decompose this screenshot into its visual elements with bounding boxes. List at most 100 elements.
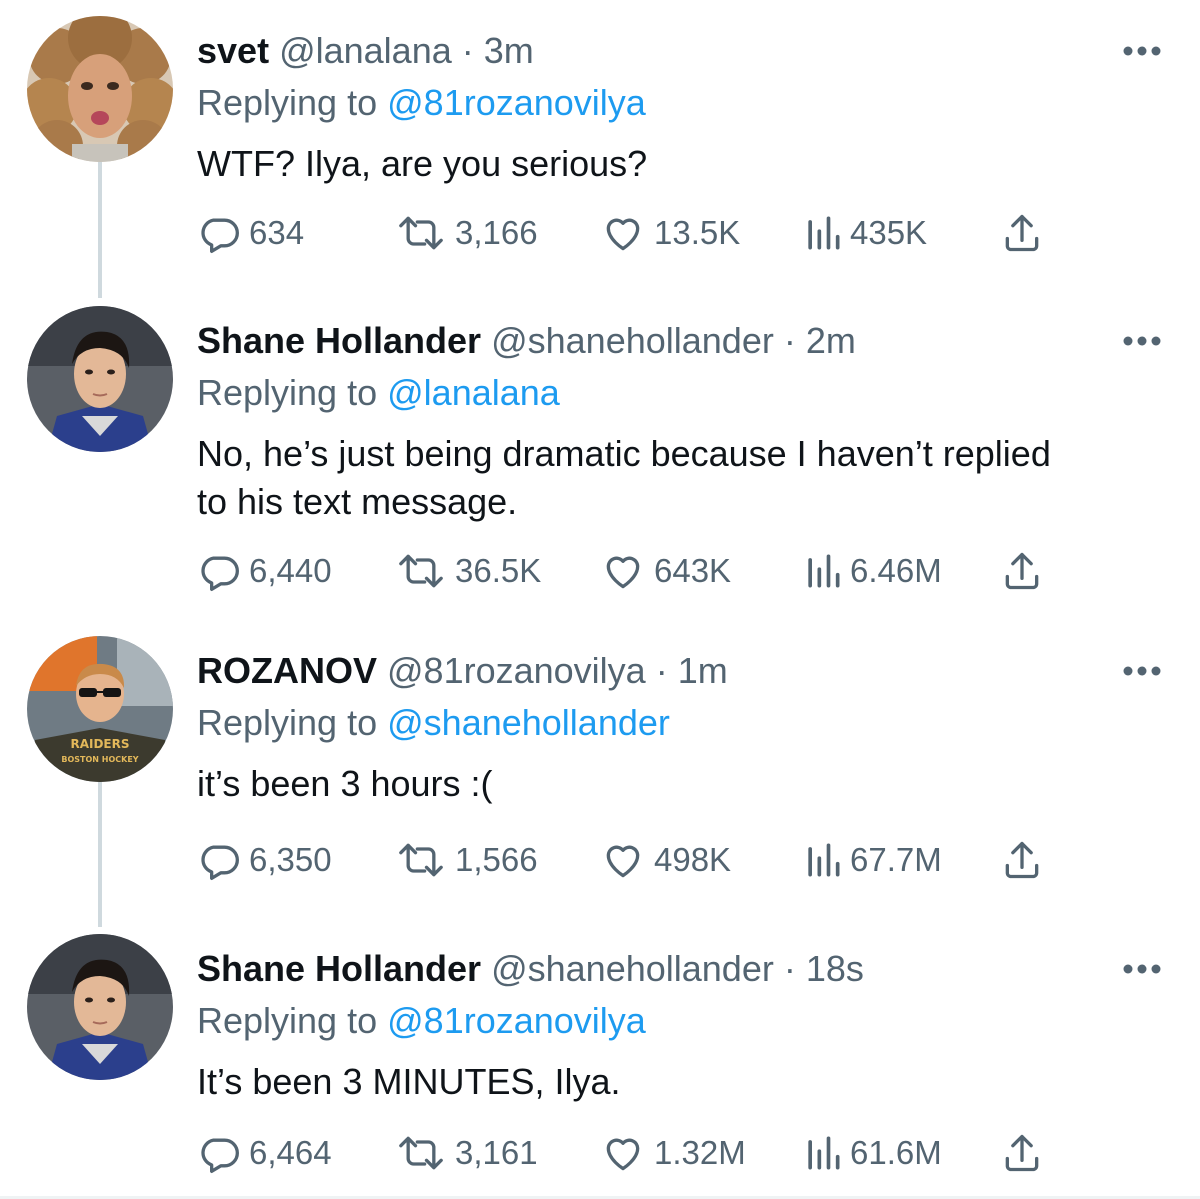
- dark-hair-man-avatar: [27, 934, 173, 1080]
- share-button[interactable]: [1000, 835, 1044, 885]
- reply-button[interactable]: 634: [197, 208, 304, 258]
- display-name[interactable]: Shane Hollander: [197, 948, 481, 989]
- view-count: 435K: [850, 214, 928, 251]
- reply-count: 6,350: [249, 841, 332, 878]
- mention-link[interactable]: @81rozanovilya: [387, 82, 646, 123]
- ellipsis-icon: [1123, 666, 1161, 676]
- bar-chart-icon: [808, 1136, 840, 1170]
- more-options-button[interactable]: [1122, 44, 1162, 58]
- views-button[interactable]: 6.46M: [804, 546, 942, 596]
- timestamp[interactable]: 1m: [678, 650, 728, 691]
- retweet-icon: [399, 216, 443, 250]
- tweet-header: Shane Hollander @shanehollander · 2m: [197, 316, 856, 366]
- user-handle[interactable]: @shanehollander: [491, 948, 774, 989]
- retweet-count: 1,566: [455, 841, 538, 878]
- share-icon: [1005, 1134, 1039, 1172]
- like-count: 643K: [654, 552, 732, 589]
- heart-icon: [606, 845, 640, 878]
- retweet-icon: [399, 1136, 443, 1170]
- tweet[interactable]: Shane Hollander @shanehollander · 18s Re…: [0, 934, 1200, 1194]
- ellipsis-icon: [1123, 336, 1161, 346]
- tweet[interactable]: RAIDERS BOSTON HOCKEY ROZANOV @81rozanov…: [0, 636, 1200, 906]
- views-button[interactable]: 67.7M: [804, 835, 942, 885]
- avatar-shirt-text: RAIDERS: [70, 737, 129, 751]
- avatar[interactable]: [27, 934, 173, 1080]
- more-options-button[interactable]: [1122, 962, 1162, 976]
- tweet-text: It’s been 3 MINUTES, Ilya.: [197, 1061, 621, 1102]
- ellipsis-icon: [1123, 46, 1161, 56]
- reply-button[interactable]: 6,350: [197, 835, 332, 885]
- mention-link[interactable]: @81rozanovilya: [387, 1000, 646, 1041]
- share-icon: [1005, 214, 1039, 252]
- display-name[interactable]: Shane Hollander: [197, 320, 481, 361]
- like-count: 1.32M: [654, 1134, 746, 1171]
- share-icon: [1005, 841, 1039, 879]
- reply-count: 6,440: [249, 552, 332, 589]
- tweet[interactable]: svet @lanalana · 3m Replying to @81rozan…: [0, 16, 1200, 286]
- timestamp[interactable]: 3m: [484, 30, 534, 71]
- retweet-count: 3,161: [455, 1134, 538, 1171]
- reply-icon: [201, 556, 239, 591]
- heart-icon: [606, 218, 640, 251]
- display-name[interactable]: ROZANOV: [197, 650, 377, 691]
- bar-chart-icon: [808, 843, 840, 877]
- retweet-button[interactable]: 3,166: [395, 208, 538, 258]
- user-handle[interactable]: @81rozanovilya: [387, 650, 646, 691]
- like-button[interactable]: 1.32M: [600, 1128, 746, 1178]
- share-button[interactable]: [1000, 546, 1044, 596]
- ellipsis-icon: [1123, 964, 1161, 974]
- sunglasses-man-avatar: RAIDERS BOSTON HOCKEY: [27, 636, 173, 782]
- reply-button[interactable]: 6,440: [197, 546, 332, 596]
- replying-to-line: Replying to @lanalana: [197, 368, 560, 418]
- retweet-icon: [399, 843, 443, 877]
- retweet-count: 36.5K: [455, 552, 542, 589]
- reply-count: 634: [249, 214, 305, 251]
- curly-hair-woman-avatar: [27, 16, 173, 162]
- user-handle[interactable]: @shanehollander: [491, 320, 774, 361]
- replying-to-line: Replying to @81rozanovilya: [197, 996, 646, 1046]
- reply-count: 6,464: [249, 1134, 332, 1171]
- action-bar: 634 3,166 13.5K 435K: [197, 208, 1057, 258]
- bar-chart-icon: [808, 554, 840, 588]
- action-bar: 6,440 36.5K 643K 6.46M: [197, 546, 1057, 596]
- timestamp[interactable]: 18s: [806, 948, 864, 989]
- replying-to-label: Replying to: [197, 82, 378, 123]
- tweet-text: WTF? Ilya, are you serious?: [197, 143, 648, 184]
- views-button[interactable]: 61.6M: [804, 1128, 942, 1178]
- retweet-button[interactable]: 36.5K: [395, 546, 541, 596]
- replying-to-label: Replying to: [197, 702, 378, 743]
- timestamp[interactable]: 2m: [806, 320, 856, 361]
- separator-dot: ·: [783, 948, 796, 989]
- like-count: 498K: [654, 841, 732, 878]
- like-button[interactable]: 13.5K: [600, 208, 740, 258]
- action-bar: 6,350 1,566 498K 67.7M: [197, 835, 1057, 885]
- action-bar: 6,464 3,161 1.32M 61.6M: [197, 1128, 1057, 1178]
- share-button[interactable]: [1000, 1128, 1044, 1178]
- views-button[interactable]: 435K: [804, 208, 927, 258]
- tweet-header: svet @lanalana · 3m: [197, 26, 534, 76]
- like-button[interactable]: 643K: [600, 546, 731, 596]
- retweet-count: 3,166: [455, 214, 538, 251]
- mention-link[interactable]: @lanalana: [387, 372, 560, 413]
- retweet-icon: [399, 554, 443, 588]
- view-count: 67.7M: [850, 841, 942, 878]
- reply-button[interactable]: 6,464: [197, 1128, 332, 1178]
- more-options-button[interactable]: [1122, 664, 1162, 678]
- like-button[interactable]: 498K: [600, 835, 731, 885]
- avatar[interactable]: [27, 306, 173, 452]
- user-handle[interactable]: @lanalana: [279, 30, 452, 71]
- more-options-button[interactable]: [1122, 334, 1162, 348]
- separator-dot: ·: [783, 320, 796, 361]
- display-name[interactable]: svet: [197, 30, 269, 71]
- view-count: 61.6M: [850, 1134, 942, 1171]
- mention-link[interactable]: @shanehollander: [387, 702, 670, 743]
- share-button[interactable]: [1000, 208, 1044, 258]
- retweet-button[interactable]: 3,161: [395, 1128, 538, 1178]
- tweet[interactable]: Shane Hollander @shanehollander · 2m Rep…: [0, 306, 1200, 616]
- dark-hair-man-avatar: [27, 306, 173, 452]
- tweet-header: Shane Hollander @shanehollander · 18s: [197, 944, 864, 994]
- separator-dot: ·: [461, 30, 474, 71]
- avatar[interactable]: RAIDERS BOSTON HOCKEY: [27, 636, 173, 782]
- avatar[interactable]: [27, 16, 173, 162]
- retweet-button[interactable]: 1,566: [395, 835, 538, 885]
